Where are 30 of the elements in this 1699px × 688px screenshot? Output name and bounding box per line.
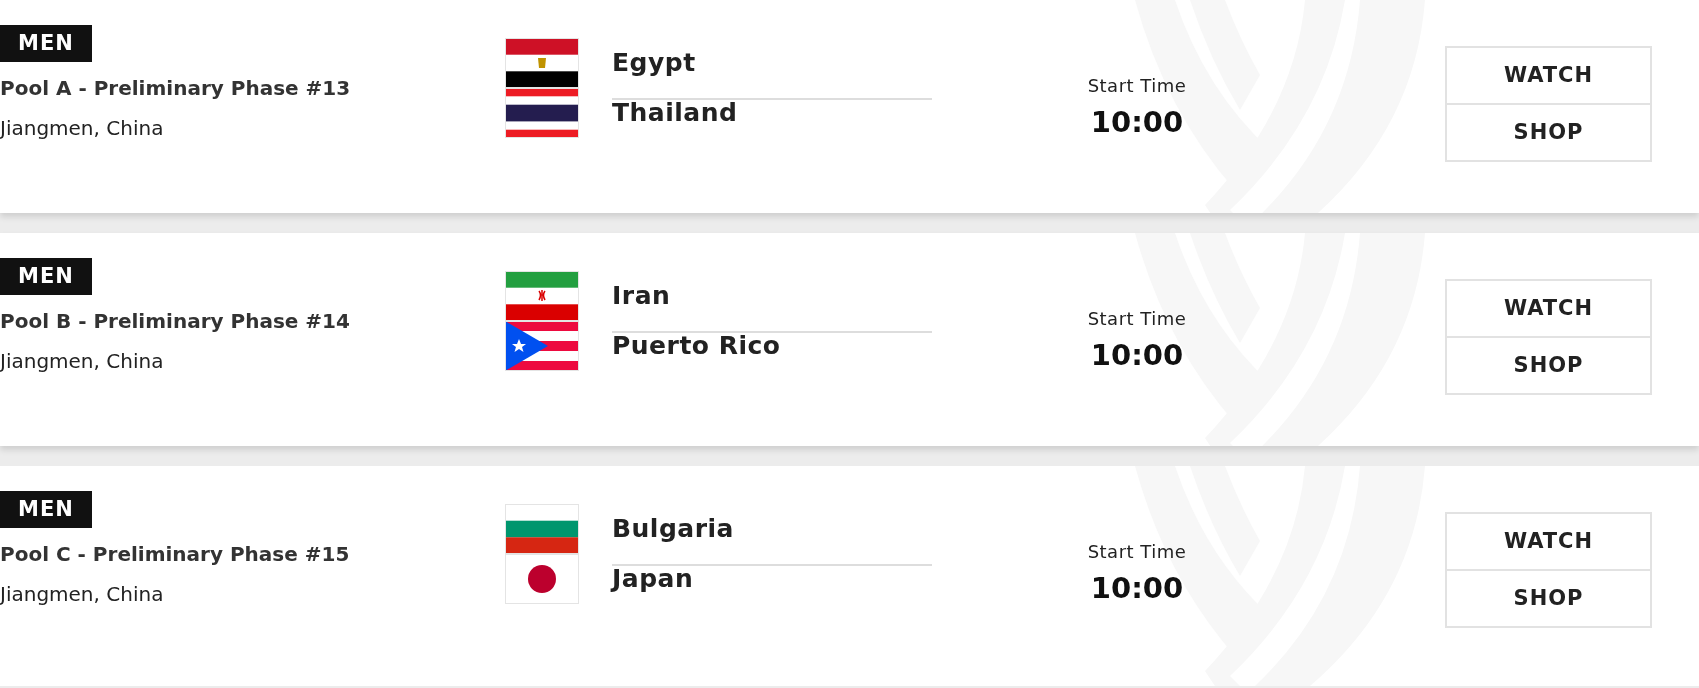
start-time: 10:00	[1089, 570, 1185, 607]
team-name: Puerto Rico	[612, 330, 781, 363]
flag-icon	[505, 38, 579, 88]
flag-icon	[505, 554, 579, 604]
start-time-label: Start Time	[1086, 307, 1188, 331]
flag-icon	[505, 271, 579, 321]
team-name: Iran	[612, 280, 671, 313]
action-button[interactable]: SHOP	[1445, 103, 1652, 162]
match-title: Pool A - Preliminary Phase #13	[0, 75, 352, 102]
start-time: 10:00	[1089, 104, 1185, 141]
action-button[interactable]: WATCH	[1445, 512, 1652, 571]
action-button[interactable]: SHOP	[1445, 336, 1652, 395]
start-time: 10:00	[1089, 337, 1185, 374]
action-button[interactable]: WATCH	[1445, 46, 1652, 105]
category-badge: MEN	[0, 258, 92, 295]
team-name: Japan	[612, 563, 694, 596]
start-time-label: Start Time	[1086, 74, 1188, 98]
team-name: Bulgaria	[612, 513, 734, 546]
action-button[interactable]: WATCH	[1445, 279, 1652, 338]
action-button[interactable]: SHOP	[1445, 569, 1652, 628]
category-badge: MEN	[0, 25, 92, 62]
team-name: Egypt	[612, 47, 696, 80]
match-title: Pool C - Preliminary Phase #15	[0, 541, 351, 568]
flag-icon	[505, 504, 579, 554]
flag-icon	[505, 88, 579, 138]
start-time-label: Start Time	[1086, 540, 1188, 564]
match-title: Pool B - Preliminary Phase #14	[0, 308, 351, 335]
category-badge: MEN	[0, 491, 92, 528]
flag-icon	[505, 321, 579, 371]
team-name: Thailand	[612, 97, 738, 130]
